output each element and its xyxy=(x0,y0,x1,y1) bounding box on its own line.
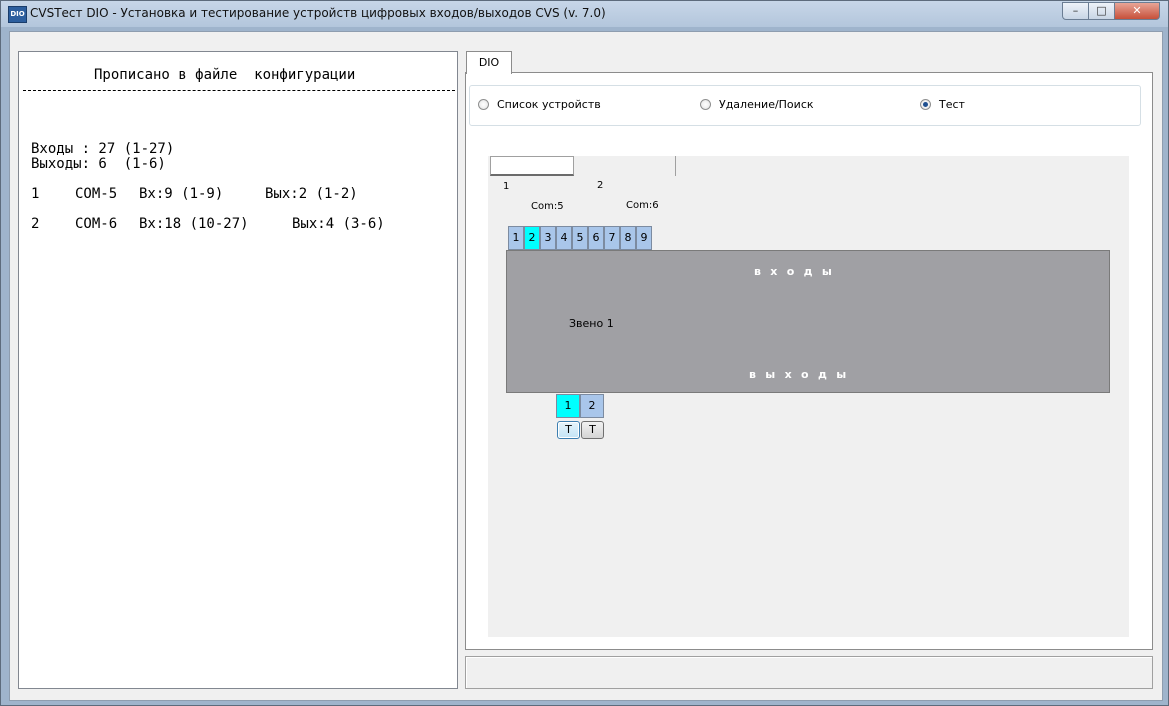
device-tab-num: 1 xyxy=(503,181,510,192)
device-tab-port: Com:6 xyxy=(626,200,659,211)
device-tab-1[interactable]: 1 Com:5 xyxy=(490,156,574,212)
device-inputs: Вх:9 (1-9) xyxy=(139,186,224,202)
input-indicator: 3 xyxy=(540,226,556,250)
maximize-button[interactable]: □ xyxy=(1088,2,1115,20)
minimize-button[interactable]: – xyxy=(1062,2,1089,20)
device-num: 2 xyxy=(31,216,40,232)
device-outputs: Вых:4 (3-6) xyxy=(292,216,385,232)
radio-checked-icon xyxy=(920,99,931,110)
client-area: Прописано в файле конфигурации Входы : 2… xyxy=(9,31,1163,701)
input-indicator: 1 xyxy=(508,226,524,250)
tab-dio[interactable]: DIO xyxy=(466,51,512,74)
status-box xyxy=(465,656,1153,689)
mode-delete-search-radio[interactable]: Удаление/Поиск xyxy=(700,98,814,111)
close-button[interactable]: ✕ xyxy=(1114,2,1160,20)
input-indicator: 2 xyxy=(524,226,540,250)
device-tab-num: 2 xyxy=(597,180,604,191)
test-output-1-button[interactable]: T xyxy=(557,421,580,439)
device-num: 1 xyxy=(31,186,40,202)
mode-radio-group: Список устройств Удаление/Поиск Тест xyxy=(469,85,1141,126)
mode-label: Список устройств xyxy=(497,98,601,111)
test-area: 1 Com:5 2 Com:6 1 2 3 4 5 6 7 8 9 входы xyxy=(488,156,1129,637)
config-panel[interactable]: Прописано в файле конфигурации Входы : 2… xyxy=(18,51,458,689)
input-indicator: 6 xyxy=(588,226,604,250)
mode-device-list-radio[interactable]: Список устройств xyxy=(478,98,601,111)
app-window: DIO CVSТест DIO - Установка и тестирован… xyxy=(0,0,1169,706)
input-indicator: 5 xyxy=(572,226,588,250)
config-divider xyxy=(23,90,455,91)
device-tab-port: Com:5 xyxy=(531,201,564,212)
outputs-summary: Выходы: 6 (1-6) xyxy=(31,156,166,172)
inputs-summary: Входы : 27 (1-27) xyxy=(31,141,175,157)
mode-label: Тест xyxy=(939,98,965,111)
link-name: Звено 1 xyxy=(569,317,614,330)
output-indicator: 1 xyxy=(556,394,580,418)
dio-tab-page: Список устройств Удаление/Поиск Тест 1 C… xyxy=(465,72,1153,650)
link-block: входы Звено 1 выходы xyxy=(506,250,1110,393)
window-title: CVSТест DIO - Установка и тестирование у… xyxy=(30,6,606,20)
device-port: COM-5 xyxy=(75,186,118,202)
output-indicator: 2 xyxy=(580,394,604,418)
test-output-2-button[interactable]: T xyxy=(581,421,604,439)
device-tab-2[interactable]: 2 Com:6 xyxy=(580,156,676,211)
app-icon: DIO xyxy=(8,6,27,23)
config-title: Прописано в файле конфигурации xyxy=(94,67,356,83)
device-outputs: Вых:2 (1-2) xyxy=(265,186,358,202)
input-indicator: 8 xyxy=(620,226,636,250)
radio-indicator-icon xyxy=(700,99,711,110)
device-port: COM-6 xyxy=(75,216,118,232)
mode-label: Удаление/Поиск xyxy=(719,98,814,111)
outputs-caption: выходы xyxy=(749,368,856,381)
input-indicator: 9 xyxy=(636,226,652,250)
input-indicator: 7 xyxy=(604,226,620,250)
inputs-caption: входы xyxy=(754,265,842,278)
input-indicator: 4 xyxy=(556,226,572,250)
mode-test-radio[interactable]: Тест xyxy=(920,98,965,111)
radio-indicator-icon xyxy=(478,99,489,110)
device-inputs: Вх:18 (10-27) xyxy=(139,216,249,232)
title-bar[interactable]: DIO CVSТест DIO - Установка и тестирован… xyxy=(1,1,1168,27)
